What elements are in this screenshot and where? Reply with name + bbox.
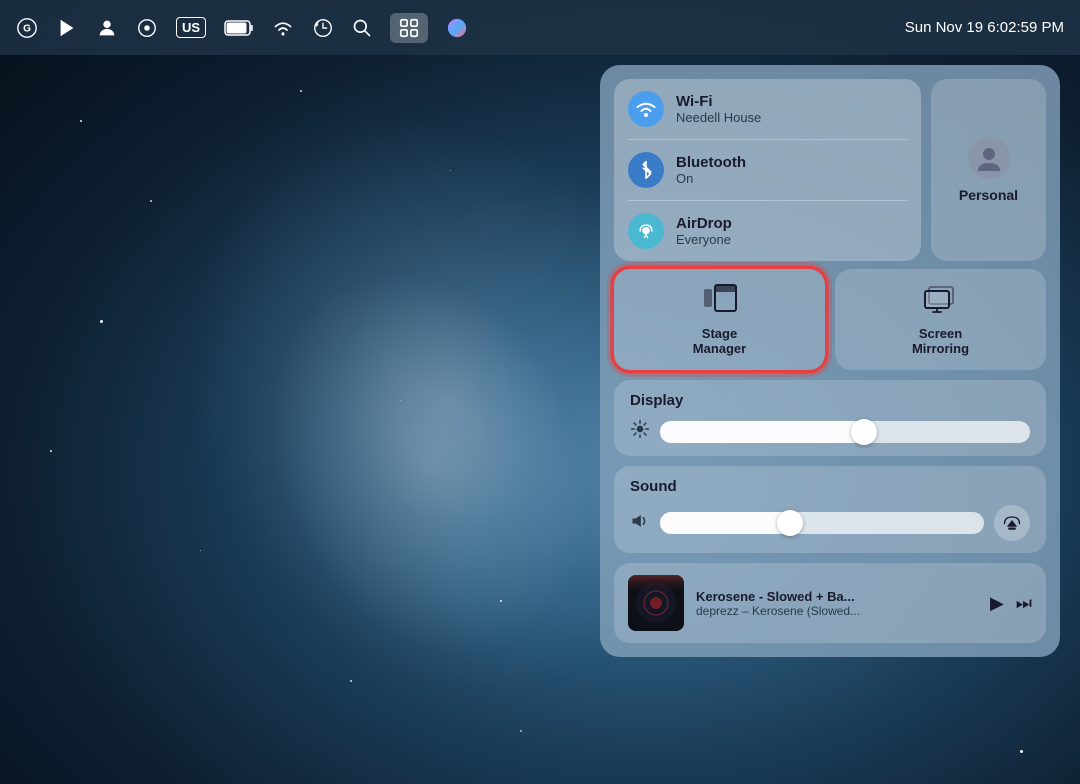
wifi-menubar-icon[interactable] xyxy=(272,19,294,37)
stage-manager-icon xyxy=(702,283,738,320)
stage-manager-label: StageManager xyxy=(693,326,746,356)
airdrop-text: AirDrop Everyone xyxy=(676,215,732,247)
airdrop-item[interactable]: AirDrop Everyone xyxy=(628,213,907,249)
airdrop-mode: Everyone xyxy=(676,232,732,247)
now-playing-tile: Kerosene - Slowed + Ba... deprezz – Kero… xyxy=(614,563,1046,643)
siri-icon[interactable] xyxy=(446,17,468,39)
control-center-panel: Wi-Fi Needell House Bluetooth On xyxy=(600,65,1060,657)
bluetooth-label: Bluetooth xyxy=(676,154,746,171)
keyboard-indicator[interactable]: US xyxy=(176,17,206,38)
track-artist: deprezz – Kerosene (Slowed... xyxy=(696,604,978,618)
sound-title: Sound xyxy=(630,478,1030,495)
bluetooth-text: Bluetooth On xyxy=(676,154,746,186)
playback-controls: ▶ ⏭ xyxy=(990,593,1032,614)
airplay-button[interactable] xyxy=(994,505,1030,541)
display-section: Display xyxy=(614,380,1046,456)
airdrop-label: AirDrop xyxy=(676,215,732,232)
personal-avatar xyxy=(968,137,1010,179)
wifi-text: Wi-Fi Needell House xyxy=(676,93,761,125)
top-row: Wi-Fi Needell House Bluetooth On xyxy=(614,79,1046,261)
wifi-label: Wi-Fi xyxy=(676,93,761,110)
battery-icon[interactable] xyxy=(224,19,254,37)
next-button[interactable]: ⏭ xyxy=(1016,593,1032,614)
display-title: Display xyxy=(630,392,1030,409)
volume-slider[interactable] xyxy=(660,512,984,534)
volume-row xyxy=(630,505,1030,541)
time-machine-icon[interactable] xyxy=(312,17,334,39)
brightness-slider[interactable] xyxy=(660,421,1030,443)
album-art xyxy=(628,575,684,631)
track-info: Kerosene - Slowed + Ba... deprezz – Kero… xyxy=(696,589,978,618)
contacts-icon[interactable] xyxy=(96,17,118,39)
sound-section: Sound xyxy=(614,466,1046,553)
menubar: G US xyxy=(0,0,1080,55)
menubar-right: Sun Nov 19 6:02:59 PM xyxy=(905,19,1064,36)
play-button[interactable]: ▶ xyxy=(990,593,1004,614)
screen-mirroring-icon xyxy=(923,283,959,320)
spotlight-icon[interactable] xyxy=(352,18,372,38)
screenium-icon[interactable] xyxy=(136,17,158,39)
bluetooth-item[interactable]: Bluetooth On xyxy=(628,152,907,188)
brightness-slider-row xyxy=(630,419,1030,444)
wifi-network: Needell House xyxy=(676,110,761,125)
brightness-icon xyxy=(630,419,650,444)
datetime-display: Sun Nov 19 6:02:59 PM xyxy=(905,19,1064,36)
volume-icon xyxy=(630,511,650,536)
svg-text:G: G xyxy=(23,23,31,34)
screen-mirroring-label: ScreenMirroring xyxy=(912,326,969,356)
track-title: Kerosene - Slowed + Ba... xyxy=(696,589,978,604)
connectivity-tile: Wi-Fi Needell House Bluetooth On xyxy=(614,79,921,261)
quick-note-icon[interactable] xyxy=(56,17,78,39)
personal-hotspot-tile[interactable]: Personal xyxy=(931,79,1046,261)
wifi-item[interactable]: Wi-Fi Needell House xyxy=(628,91,907,127)
stage-manager-tile[interactable]: StageManager xyxy=(614,269,825,370)
second-row: StageManager ScreenMirroring xyxy=(614,269,1046,370)
wifi-icon xyxy=(628,91,664,127)
menubar-left-icons: G US xyxy=(16,13,468,43)
bluetooth-status: On xyxy=(676,171,746,186)
personal-label: Personal xyxy=(959,187,1018,203)
grammarly-icon[interactable]: G xyxy=(16,17,38,39)
divider-2 xyxy=(628,200,907,201)
bluetooth-icon xyxy=(628,152,664,188)
control-center-icon[interactable] xyxy=(390,13,428,43)
airdrop-icon xyxy=(628,213,664,249)
screen-mirroring-tile[interactable]: ScreenMirroring xyxy=(835,269,1046,370)
divider-1 xyxy=(628,139,907,140)
